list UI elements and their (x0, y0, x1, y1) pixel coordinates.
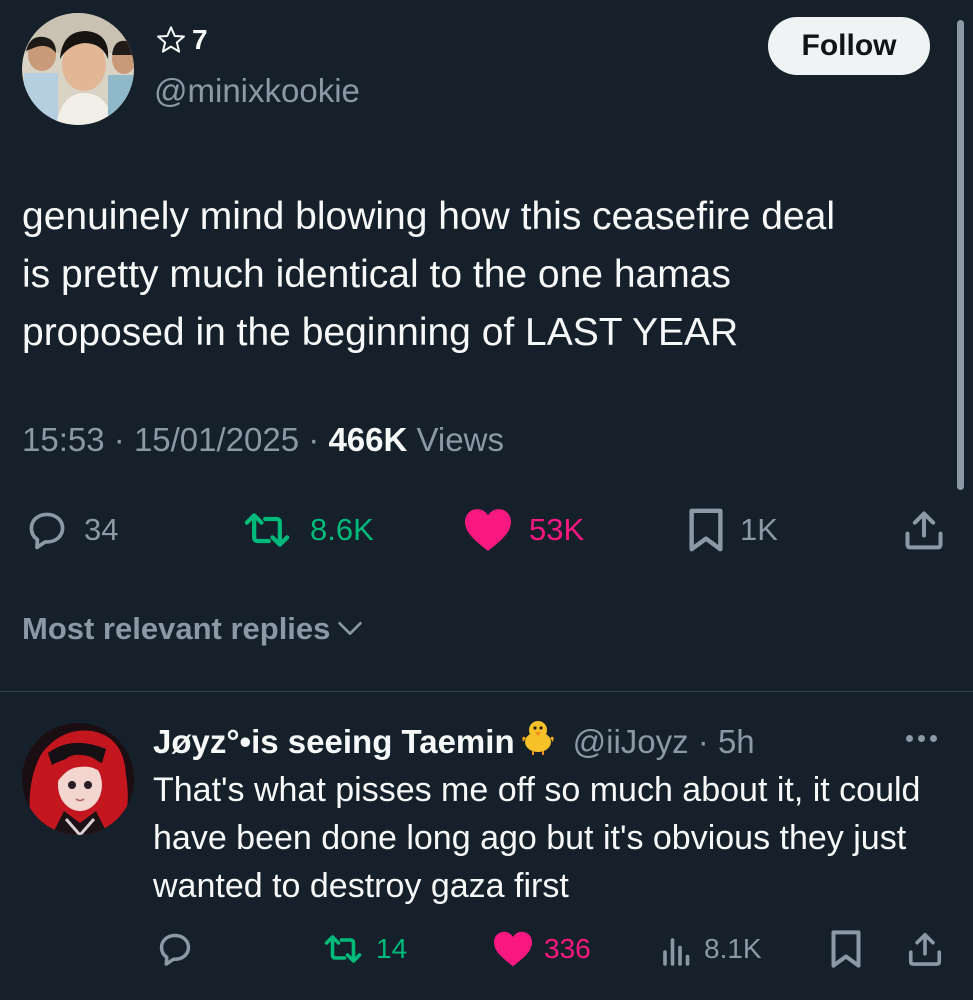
reply-header: Jøyz°•is seeing Taemin @iiJoyz · 5h (153, 716, 755, 768)
bookmark-icon (829, 929, 863, 969)
follow-button[interactable]: Follow (768, 17, 930, 75)
views-icon (660, 931, 694, 967)
repost-icon (320, 931, 366, 967)
reply-icon (155, 930, 195, 968)
share-button[interactable] (902, 505, 946, 555)
author-handle[interactable]: @minixkookie (154, 72, 360, 110)
chevron-down-icon (336, 611, 364, 647)
heart-icon (492, 930, 534, 968)
bookmark-button[interactable]: 1K (686, 505, 778, 555)
reply-time[interactable]: 5h (718, 719, 755, 765)
views-label: Views (416, 421, 504, 458)
heart-icon (461, 507, 515, 553)
tweet-meta: 15:53 · 15/01/2025 · 466K Views (22, 421, 504, 459)
author-avatar[interactable] (22, 13, 134, 125)
reply-icon (24, 508, 70, 552)
reply-author-handle[interactable]: @iiJoyz (573, 719, 689, 765)
reply-like-button[interactable]: 336 (492, 927, 591, 971)
tweet-detail-page: 7 @minixkookie Follow genuinely mind blo… (0, 0, 973, 1000)
more-icon[interactable] (906, 726, 937, 750)
meta-separator: · (113, 421, 134, 458)
reply-share-button[interactable] (906, 927, 944, 971)
reply-views-count: 8.1K (704, 933, 762, 964)
repost-count: 8.6K (310, 512, 374, 547)
reply-like-count: 336 (544, 933, 591, 964)
reply-text: That's what pisses me off so much about … (153, 771, 921, 905)
author-name-text: 7 (192, 24, 208, 55)
bookmark-icon (686, 507, 726, 553)
share-icon (902, 507, 946, 553)
chick-emoji-icon (517, 716, 559, 768)
reply-author-name[interactable]: Jøyz°•is seeing Taemin (153, 719, 515, 765)
repost-button[interactable]: 8.6K (238, 505, 374, 555)
reply-author-avatar[interactable] (22, 723, 134, 835)
share-icon (906, 929, 944, 969)
reply-button[interactable]: 34 (24, 505, 118, 555)
reply-repost-count: 14 (376, 933, 408, 964)
author-display-name[interactable]: 7 (154, 24, 208, 56)
tweet-time[interactable]: 15:53 (22, 421, 105, 458)
replies-sort-dropdown[interactable]: Most relevant replies (22, 611, 364, 647)
scrollbar[interactable] (957, 20, 964, 490)
tweet-date[interactable]: 15/01/2025 (134, 421, 299, 458)
like-count: 53K (529, 512, 585, 547)
reply-count: 34 (84, 512, 119, 547)
like-button[interactable]: 53K (461, 505, 584, 555)
views-count: 466K (328, 421, 408, 458)
reply-repost-button[interactable]: 14 (320, 927, 407, 971)
star-icon (154, 24, 188, 56)
reply-bookmark-button[interactable] (829, 927, 863, 971)
divider (0, 691, 973, 692)
reply-reply-button[interactable] (155, 927, 195, 971)
meta-separator: · (688, 723, 718, 760)
replies-sort-label: Most relevant replies (22, 611, 331, 646)
bookmark-count: 1K (740, 512, 778, 547)
tweet-text: genuinely mind blowing how this ceasefir… (22, 195, 835, 354)
meta-separator: · (308, 421, 329, 458)
repost-icon (238, 508, 296, 552)
reply-views-button[interactable]: 8.1K (660, 927, 762, 971)
